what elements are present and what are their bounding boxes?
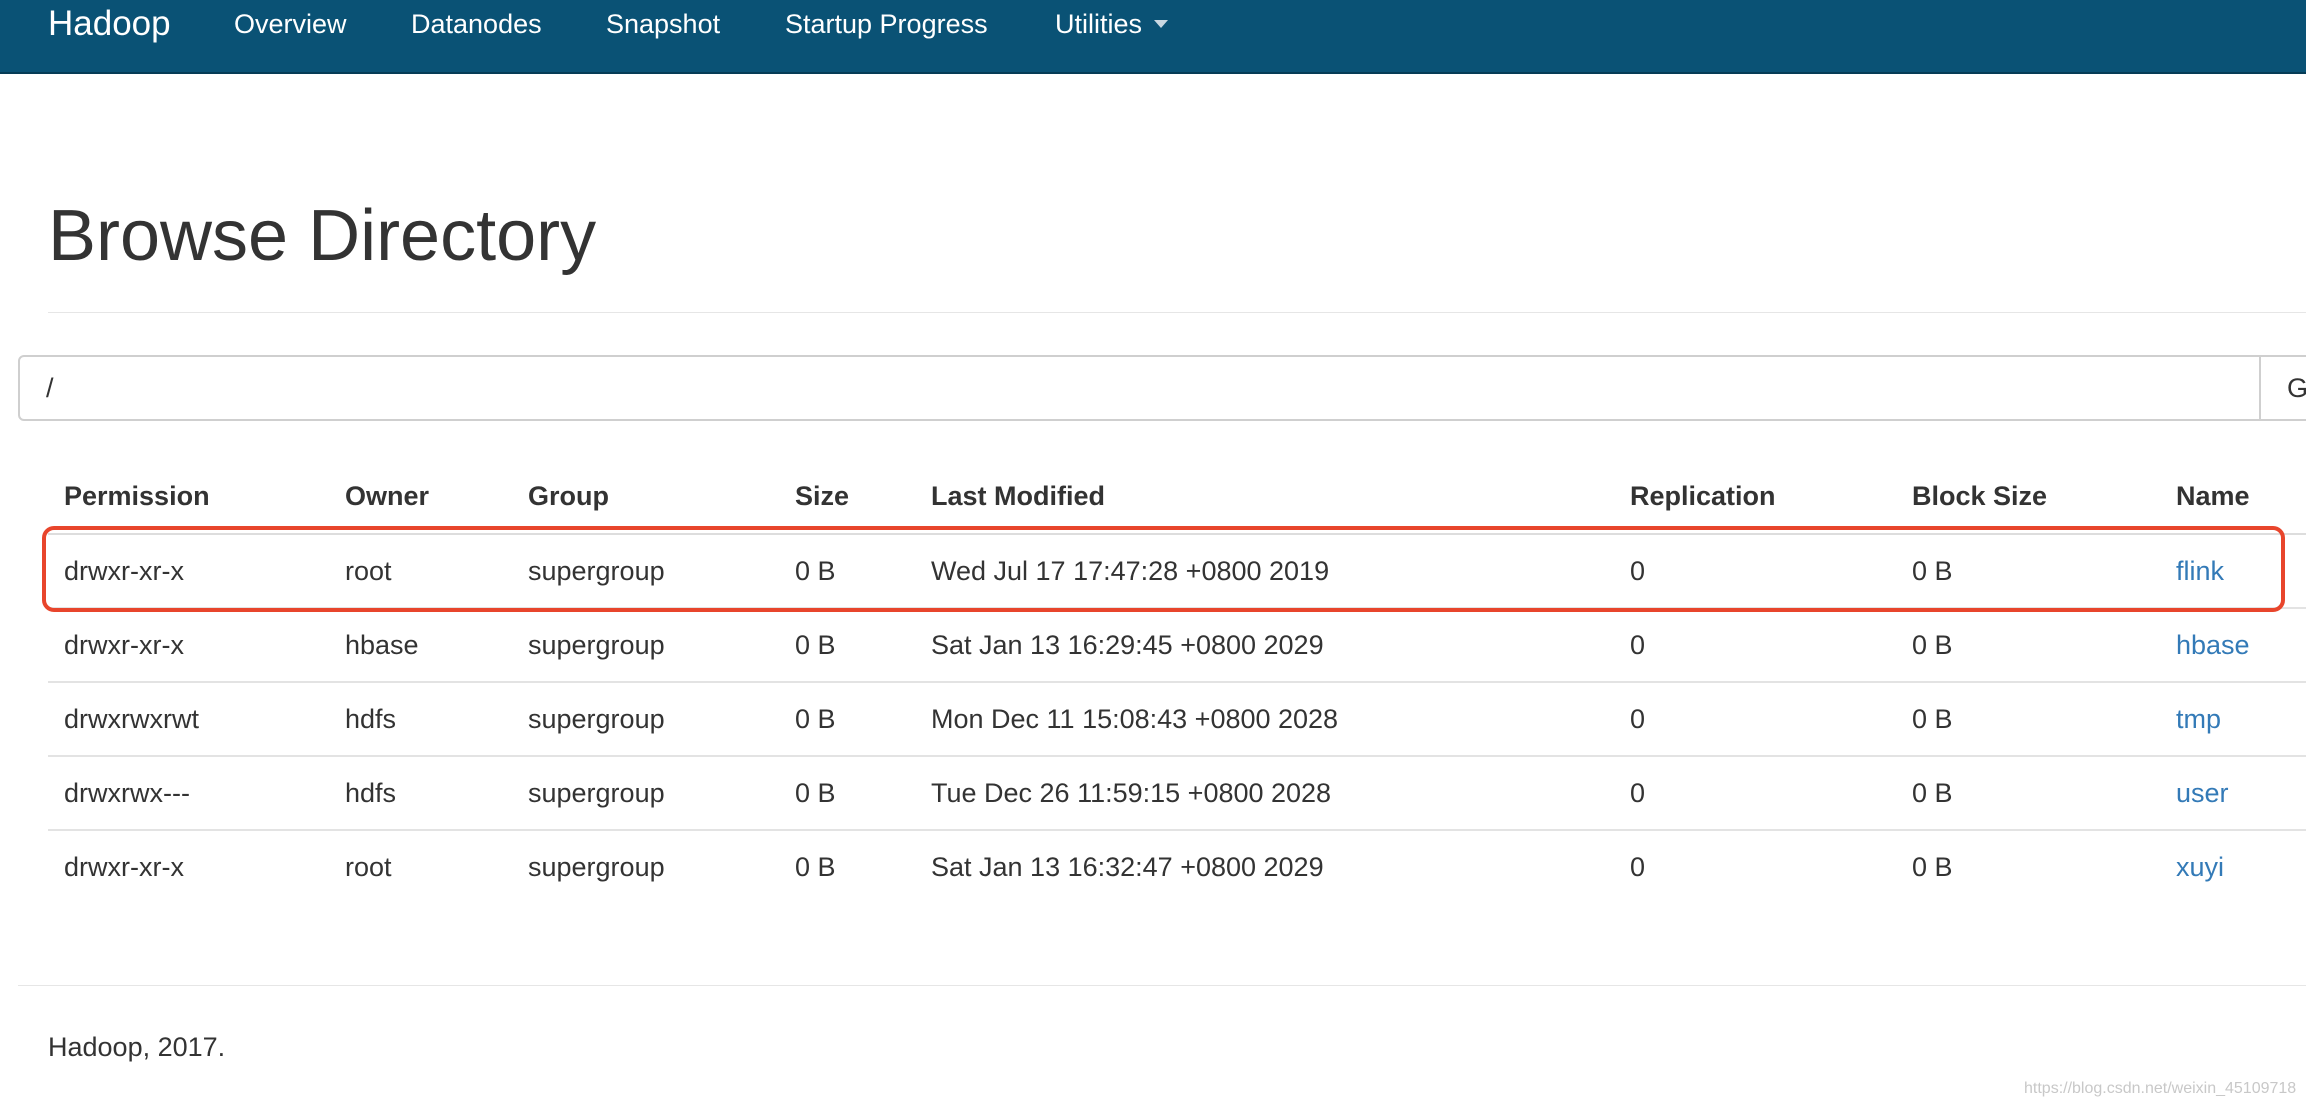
page-title: Browse Directory: [48, 196, 597, 276]
cell-last-modified: Wed Jul 17 17:47:28 +0800 2019: [915, 534, 1614, 609]
header-replication[interactable]: Replication: [1614, 460, 1896, 535]
cell-replication: 0: [1614, 534, 1896, 609]
cell-replication: 0: [1630, 852, 1646, 882]
cell-owner: root: [329, 534, 512, 609]
caret-down-icon: [1154, 19, 1169, 28]
header-owner[interactable]: Owner: [329, 460, 512, 535]
cell-permission: drwxr-xr-x: [48, 608, 329, 683]
header-size[interactable]: Size: [779, 460, 915, 535]
title-divider: [48, 312, 2306, 313]
cell-name: flink: [2160, 534, 2306, 609]
directory-link-tmp[interactable]: tmp: [2176, 704, 2221, 734]
cell-size: 0 B: [795, 852, 836, 882]
cell-name: hbase: [2160, 608, 2306, 683]
directory-path-input[interactable]: [18, 355, 2261, 421]
cell-last-modified: Mon Dec 11 15:08:43 +0800 2028: [915, 682, 1614, 757]
nav-overview[interactable]: Overview: [234, 10, 347, 38]
cell-replication: 0: [1614, 608, 1896, 683]
top-navbar: Hadoop Overview Datanodes Snapshot Start…: [0, 0, 2306, 74]
cell-size: 0 B: [779, 534, 915, 609]
cell-block-size: 0 B: [1896, 608, 2160, 683]
header-block-size[interactable]: Block Size: [1896, 460, 2160, 535]
cell-permission: drwxr-xr-x: [64, 852, 184, 882]
watermark-text: https://blog.csdn.net/weixin_45109718: [2024, 1080, 2297, 1097]
table-row: drwxrwxrwt hdfs supergroup 0 B Mon Dec 1…: [48, 682, 2306, 757]
table-row: drwxr-xr-x hbase supergroup 0 B Sat Jan …: [48, 608, 2306, 683]
cell-group: supergroup: [512, 756, 779, 831]
cell-block-size: 0 B: [1896, 534, 2160, 609]
cell-size: 0 B: [779, 682, 915, 757]
table-row: drwxrwx--- hdfs supergroup 0 B Tue Dec 2…: [48, 756, 2306, 831]
cell-last-modified: Tue Dec 26 11:59:15 +0800 2028: [915, 756, 1614, 831]
cell-name: xuyi: [2160, 830, 2306, 904]
cell-name: user: [2160, 756, 2306, 831]
header-group[interactable]: Group: [512, 460, 779, 535]
cell-last-modified: Sat Jan 13 16:32:47 +0800 2029: [931, 852, 1324, 882]
cell-last-modified: Sat Jan 13 16:29:45 +0800 2029: [915, 608, 1614, 683]
cell-size: 0 B: [779, 756, 915, 831]
go-button[interactable]: G: [2259, 355, 2306, 421]
table-row: drwxr-xr-x root supergroup 0 B Wed Jul 1…: [48, 534, 2306, 609]
cell-group: supergroup: [528, 852, 665, 882]
cell-permission: drwxr-xr-x: [48, 534, 329, 609]
table-header-row: Permission Owner Group Size Last Modifie…: [48, 460, 2306, 535]
nav-startup-progress[interactable]: Startup Progress: [785, 10, 988, 38]
footer-text: Hadoop, 2017.: [48, 1032, 226, 1062]
directory-link-hbase[interactable]: hbase: [2176, 630, 2250, 660]
cell-group: supergroup: [512, 534, 779, 609]
cell-permission: drwxrwxrwt: [48, 682, 329, 757]
directory-link-user[interactable]: user: [2176, 778, 2229, 808]
header-permission[interactable]: Permission: [48, 460, 329, 535]
table-row: drwxr-xr-x root supergroup 0 B Sat Jan 1…: [48, 830, 2306, 904]
cell-permission: drwxrwx---: [48, 756, 329, 831]
directory-link-xuyi[interactable]: xuyi: [2176, 852, 2224, 882]
cell-size: 0 B: [779, 608, 915, 683]
cell-block-size: 0 B: [1896, 682, 2160, 757]
directory-link-flink[interactable]: flink: [2176, 556, 2224, 586]
cell-group: supergroup: [512, 682, 779, 757]
cell-block-size: 0 B: [1896, 756, 2160, 831]
cell-name: tmp: [2160, 682, 2306, 757]
cell-group: supergroup: [512, 608, 779, 683]
nav-snapshot[interactable]: Snapshot: [606, 10, 720, 38]
cell-replication: 0: [1614, 682, 1896, 757]
cell-owner: hdfs: [329, 756, 512, 831]
header-name[interactable]: Name: [2160, 460, 2306, 535]
nav-datanodes[interactable]: Datanodes: [411, 10, 542, 38]
header-last-modified[interactable]: Last Modified: [915, 460, 1614, 535]
cell-block-size: 0 B: [1912, 852, 1953, 882]
cell-owner: hdfs: [329, 682, 512, 757]
cell-owner: root: [345, 852, 392, 882]
cell-owner: hbase: [329, 608, 512, 683]
nav-utilities-label: Utilities: [1055, 9, 1143, 39]
cell-replication: 0: [1614, 756, 1896, 831]
brand-link[interactable]: Hadoop: [48, 6, 171, 42]
footer-divider: [18, 985, 2306, 986]
directory-table: Permission Owner Group Size Last Modifie…: [48, 460, 2306, 904]
nav-utilities-dropdown[interactable]: Utilities: [1055, 9, 1169, 39]
